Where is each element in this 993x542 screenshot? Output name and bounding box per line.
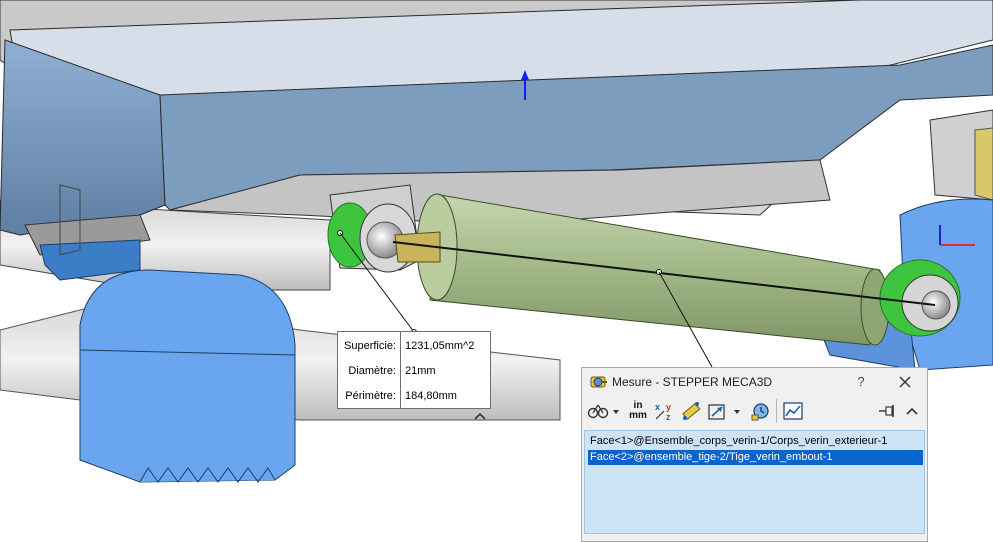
create-sensor-icon[interactable] [782,399,804,423]
selection-item[interactable]: Face<1>@Ensemble_corps_verin-1/Corps_ver… [588,434,923,449]
pin-icon[interactable] [876,399,898,423]
selection-item-selected[interactable]: Face<2>@ensemble_tige-2/Tige_verin_embou… [588,450,923,465]
svg-text:y: y [666,402,671,412]
callout-collapse-icon[interactable] [473,410,487,422]
measurement-history-icon[interactable] [750,399,772,423]
close-icon[interactable] [896,373,914,391]
projection-dropdown-icon[interactable] [732,399,742,423]
arc-circle-options-icon[interactable] [587,399,609,423]
diameter-label: Diamètre: [348,365,396,377]
measure-tool-icon [590,376,607,388]
perimeter-value: 184,80mm [405,390,457,402]
measure-toolbar: in mm x y z [582,396,927,426]
callout-row-area: Superficie: 1231,05mm^2 [338,334,490,359]
arc-options-dropdown-icon[interactable] [611,399,621,423]
callout-row-perimeter: Périmètre: 184,80mm [338,384,490,409]
measurement-callout: Superficie: 1231,05mm^2 Diamètre: 21mm P… [337,331,491,409]
perimeter-label: Périmètre: [345,390,396,402]
units-mm-label: mm [629,410,647,421]
selection-list[interactable]: Face<1>@Ensemble_corps_verin-1/Corps_ver… [584,430,925,534]
area-value: 1231,05mm^2 [405,340,475,352]
callout-row-diameter: Diamètre: 21mm [338,359,490,384]
svg-text:z: z [666,412,671,422]
toolbar-separator [776,399,777,423]
measure-dialog: Mesure - STEPPER MECA3D ? in mm x y z Fa… [581,367,928,542]
dialog-title: Mesure - STEPPER MECA3D [612,375,773,389]
point-to-point-icon[interactable] [680,399,702,423]
help-button[interactable]: ? [852,373,870,391]
projection-icon[interactable] [706,399,728,423]
actuator-cylinder-part [394,193,961,346]
diameter-value: 21mm [405,365,436,377]
units-precision-button[interactable]: in mm [628,399,648,423]
dialog-title-bar[interactable]: Mesure - STEPPER MECA3D ? [582,368,927,396]
blue-foot-part [79,269,296,483]
xyz-measure-icon[interactable]: x y z [654,399,676,423]
svg-text:x: x [655,402,660,412]
area-label: Superficie: [344,340,396,352]
collapse-up-icon[interactable] [904,399,920,423]
